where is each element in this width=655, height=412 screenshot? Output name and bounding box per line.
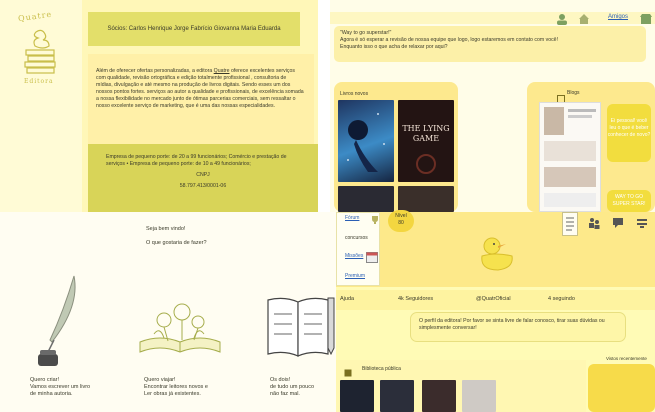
profile-stats: Ajuda 4k Seguidores @QuatrOficial 4 segu… [336, 290, 655, 310]
stat-help[interactable]: Ajuda [340, 296, 354, 302]
option-2-text[interactable]: Quero viajar! Encontrar leitores novos e… [144, 377, 208, 398]
chat-icon[interactable] [612, 216, 624, 234]
desc-text-2: oferece excelentes serviços com qualidad… [96, 68, 304, 109]
message-line-1: "Way to go superstar!" [340, 30, 392, 36]
trophy-icon[interactable] [370, 212, 380, 230]
blog-side-card-1[interactable]: Ei pessoal! você leu o que é beber conhe… [607, 104, 651, 162]
profile-message-text: O perfil da editora! Por favor se sinta … [419, 318, 605, 331]
message-line-2: Agora é só esperar a revisão de nossa eq… [340, 37, 559, 43]
people-icon[interactable] [588, 216, 600, 234]
option-1-text[interactable]: Quero criar! Vamos escrever um livro de … [30, 377, 90, 398]
option-3-line-3: não faz mal. [270, 391, 300, 397]
company-description: Além de oferecer ofertas personalizadas,… [88, 54, 314, 144]
book-cover-4[interactable] [398, 186, 454, 212]
stat-followers[interactable]: 4k Seguidores [398, 296, 433, 302]
book-stack-logo-icon [24, 29, 56, 74]
option-1-line-2: Vamos escrever um livro [30, 384, 91, 390]
option-3-text[interactable]: Os dois! de tudo um pouco não faz mal. [270, 377, 314, 398]
top-nav: Amigos [330, 12, 655, 25]
quill-icon [38, 275, 76, 366]
company-type: Empresa de pequeno porte: de 20 a 99 fun… [106, 154, 287, 167]
blog-preview[interactable] [539, 102, 601, 212]
desc-link[interactable]: Quatre [214, 68, 230, 74]
option-both[interactable] [264, 294, 344, 360]
option-1-line-3: de minha autoria. [30, 391, 73, 397]
option-2-title: Quero viajar! [144, 377, 176, 383]
logo-text-top: Quatre [17, 9, 53, 24]
new-books-card: Livros novos THE LYING GAME [334, 82, 458, 212]
library-book-4[interactable] [462, 380, 496, 412]
settings-icon[interactable] [636, 216, 648, 234]
menu-premium[interactable]: Premium [345, 273, 365, 279]
option-3-title: Os dois! [270, 377, 291, 383]
level-badge: Nível 80 [388, 210, 414, 232]
open-book-flowers-icon [139, 303, 221, 353]
book-cover-3[interactable] [338, 186, 394, 212]
option-1-title: Quero criar! [30, 377, 60, 383]
stat-handle: @QuatrOficial [476, 296, 511, 302]
level-label: Nível [395, 213, 407, 219]
message-line-3: Enquanto isso o que acha de relaxar por … [340, 44, 448, 50]
recent-label: Vistos recentemente [606, 356, 647, 361]
level-value: 80 [398, 220, 404, 226]
stat-following[interactable]: 4 seguindo [548, 296, 575, 302]
duck-avatar-icon [481, 237, 513, 271]
partners-text: Sócios: Carlos Henrique Jorge Fabrício G… [107, 26, 281, 32]
partners-banner: Sócios: Carlos Henrique Jorge Fabrício G… [88, 12, 300, 46]
book-cover-2[interactable]: THE LYING GAME [398, 100, 454, 182]
recent-card[interactable] [588, 364, 655, 412]
calendar-icon[interactable] [366, 250, 378, 268]
question-text: O que gostaria de fazer? [146, 240, 207, 246]
desc-text-1: Além de oferecer ofertas personalizadas,… [96, 68, 214, 74]
public-library: Biblioteca pública [336, 360, 586, 412]
book-cover-1[interactable] [338, 100, 394, 182]
cnpj-value: 58.797.413/0001-06 [179, 183, 227, 189]
side-card-2-text: WAY TO GO SUPER STAR! [612, 194, 646, 207]
option-2-line-3: Ler obras já existentes. [144, 391, 201, 397]
book-title: THE LYING GAME [402, 124, 450, 143]
home-choice-panel: Seja bem vindo! O que gostaria de fazer?… [0, 212, 336, 412]
option-create[interactable] [30, 272, 90, 372]
blog-side-card-2[interactable]: WAY TO GO SUPER STAR! [607, 190, 651, 212]
option-3-line-2: de tudo um pouco [270, 384, 315, 390]
menu-concursos[interactable]: concursos [345, 235, 368, 241]
library-book-3[interactable] [422, 380, 456, 412]
company-details: Empresa de pequeno porte: de 20 a 99 fun… [88, 144, 318, 212]
option-2-line-2: Encontrar leitores novos e [144, 384, 208, 390]
menu-missions[interactable]: Missões [345, 253, 363, 259]
library-book-2[interactable] [380, 380, 414, 412]
library-label: Biblioteca pública [362, 366, 401, 372]
profile-message: O perfil da editora! Por favor se sinta … [410, 312, 626, 342]
option-travel[interactable] [134, 298, 226, 358]
library-book-1[interactable] [340, 380, 374, 412]
menu-forum[interactable]: Fórum [345, 215, 359, 221]
cnpj-label: CNPJ [196, 172, 210, 178]
logo-sidebar: Quatre Editora [0, 0, 82, 212]
welcome-text: Seja bem vindo! [146, 226, 186, 232]
profile-header [336, 212, 655, 287]
friends-link[interactable]: Amigos [608, 14, 628, 20]
blogs-label: Blogs [567, 90, 580, 96]
book-pencil-icon [267, 297, 335, 357]
logo-text-bottom: Editora [24, 78, 54, 85]
document-icon[interactable] [562, 212, 578, 236]
success-message: "Way to go superstar!" Agora é só espera… [334, 26, 646, 62]
blogs-card: Blogs Ei pessoal! você leu o que é beber… [527, 82, 655, 212]
new-books-label: Livros novos [340, 91, 369, 97]
side-card-1-text: Ei pessoal! você leu o que é beber conhe… [607, 118, 651, 138]
